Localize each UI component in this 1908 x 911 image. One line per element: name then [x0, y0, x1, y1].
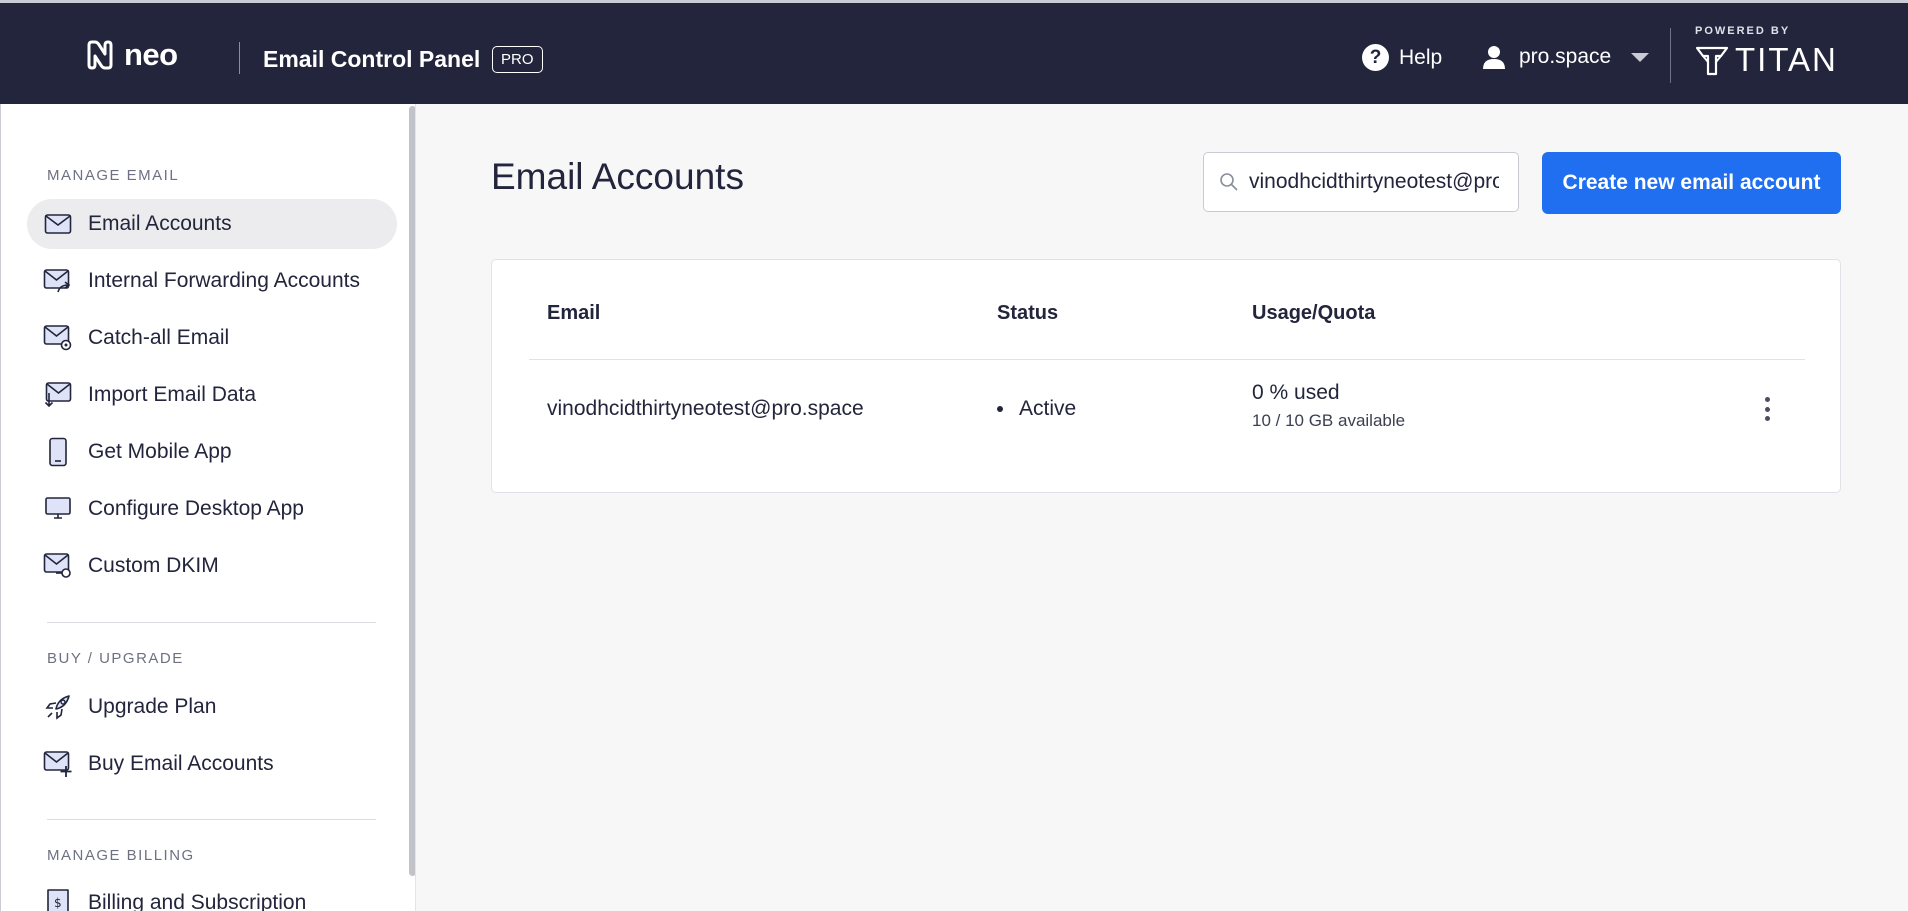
sidebar-item-upgrade-plan[interactable]: Upgrade Plan — [27, 682, 397, 732]
column-header-status: Status — [997, 302, 1059, 324]
sidebar-item-label: Custom DKIM — [88, 554, 219, 577]
header-divider-right — [1670, 28, 1671, 83]
sidebar-item-buy-email[interactable]: Buy Email Accounts — [27, 739, 397, 789]
sidebar-item-label: Get Mobile App — [88, 440, 232, 463]
sidebar-divider — [47, 819, 376, 820]
receipt-icon: $ — [43, 888, 73, 911]
mail-plus-icon — [43, 749, 73, 779]
sidebar-item-catch-all[interactable]: Catch-all Email — [27, 313, 397, 363]
mail-key-icon — [43, 551, 73, 581]
logo-text: neo — [124, 37, 178, 72]
status-dot-icon — [997, 406, 1003, 412]
sidebar-item-email-accounts[interactable]: Email Accounts — [27, 199, 397, 249]
search-box[interactable] — [1203, 152, 1519, 212]
row-actions-kebab-icon[interactable] — [1755, 393, 1779, 425]
help-button[interactable]: ? Help — [1362, 44, 1442, 71]
import-mail-icon — [43, 380, 73, 410]
desktop-icon — [43, 494, 73, 524]
section-label-buy-upgrade: BUY / UPGRADE — [47, 650, 184, 667]
sidebar-item-label: Billing and Subscription — [88, 891, 307, 911]
help-label: Help — [1399, 45, 1443, 69]
account-name: pro.space — [1519, 45, 1612, 68]
sidebar-item-label: Import Email Data — [88, 383, 257, 406]
status-label: Active — [1019, 397, 1077, 420]
sidebar-item-mobile-app[interactable]: Get Mobile App — [27, 427, 397, 477]
account-menu[interactable]: pro.space — [1481, 44, 1650, 70]
chevron-down-icon — [1631, 52, 1650, 62]
titan-wordmark: TITAN — [1735, 41, 1838, 78]
usage-percent: 0 % used — [1252, 381, 1340, 404]
sidebar-item-label: Buy Email Accounts — [88, 752, 274, 775]
sidebar: MANAGE EMAIL Email Accounts Internal For… — [0, 104, 416, 911]
envelope-icon — [43, 209, 73, 239]
user-icon — [1483, 46, 1505, 69]
account-email[interactable]: vinodhcidthirtyneotest@pro.space — [547, 397, 864, 421]
pro-badge: PRO — [492, 46, 543, 73]
sidebar-item-import-email[interactable]: Import Email Data — [27, 370, 397, 420]
sidebar-item-internal-forwarding[interactable]: Internal Forwarding Accounts — [27, 256, 397, 306]
sidebar-item-custom-dkim[interactable]: Custom DKIM — [27, 541, 397, 591]
create-email-account-button[interactable]: Create new email account — [1542, 152, 1841, 214]
help-icon: ? — [1362, 44, 1389, 71]
email-accounts-table: Email Status Usage/Quota vinodhcidthirty… — [491, 259, 1841, 493]
section-label-manage-billing: MANAGE BILLING — [47, 847, 195, 864]
sidebar-item-label: Internal Forwarding Accounts — [88, 269, 360, 292]
search-icon — [1220, 173, 1238, 191]
sidebar-divider — [47, 622, 376, 623]
sidebar-item-billing[interactable]: $ Billing and Subscription — [27, 878, 397, 911]
app-title: Email Control Panel — [263, 46, 481, 72]
quota-available: 10 / 10 GB available — [1252, 411, 1406, 430]
sidebar-item-label: Email Accounts — [88, 212, 232, 235]
sidebar-item-desktop-app[interactable]: Configure Desktop App — [27, 484, 397, 534]
sidebar-item-label: Catch-all Email — [88, 326, 230, 349]
forward-mail-icon — [43, 266, 73, 296]
sidebar-item-label: Configure Desktop App — [88, 497, 304, 520]
rocket-icon — [43, 692, 73, 722]
account-usage: 0 % used 10 / 10 GB available — [1252, 381, 1405, 431]
neo-logo[interactable]: neo — [84, 37, 178, 73]
sidebar-scrollbar[interactable] — [409, 106, 415, 876]
titan-logo-icon — [1695, 46, 1729, 76]
search-input[interactable] — [1249, 170, 1499, 194]
page-title: Email Accounts — [491, 156, 744, 197]
neo-logo-icon — [87, 40, 113, 70]
top-header: neo Email Control Panel PRO ? Help pro.s… — [0, 0, 1908, 104]
svg-text:$: $ — [54, 896, 62, 910]
mobile-icon — [43, 437, 73, 467]
account-status: Active — [997, 397, 1076, 421]
sidebar-item-label: Upgrade Plan — [88, 695, 217, 718]
header-divider — [239, 42, 240, 74]
section-label-manage-email: MANAGE EMAIL — [47, 167, 180, 184]
header-row-divider — [529, 359, 1805, 360]
mail-gear-icon — [43, 323, 73, 353]
column-header-email: Email — [547, 302, 601, 324]
titan-brand: POWERED BY TITAN — [1695, 25, 1838, 79]
powered-by-label: POWERED BY — [1695, 25, 1791, 37]
column-header-usage: Usage/Quota — [1252, 302, 1376, 324]
